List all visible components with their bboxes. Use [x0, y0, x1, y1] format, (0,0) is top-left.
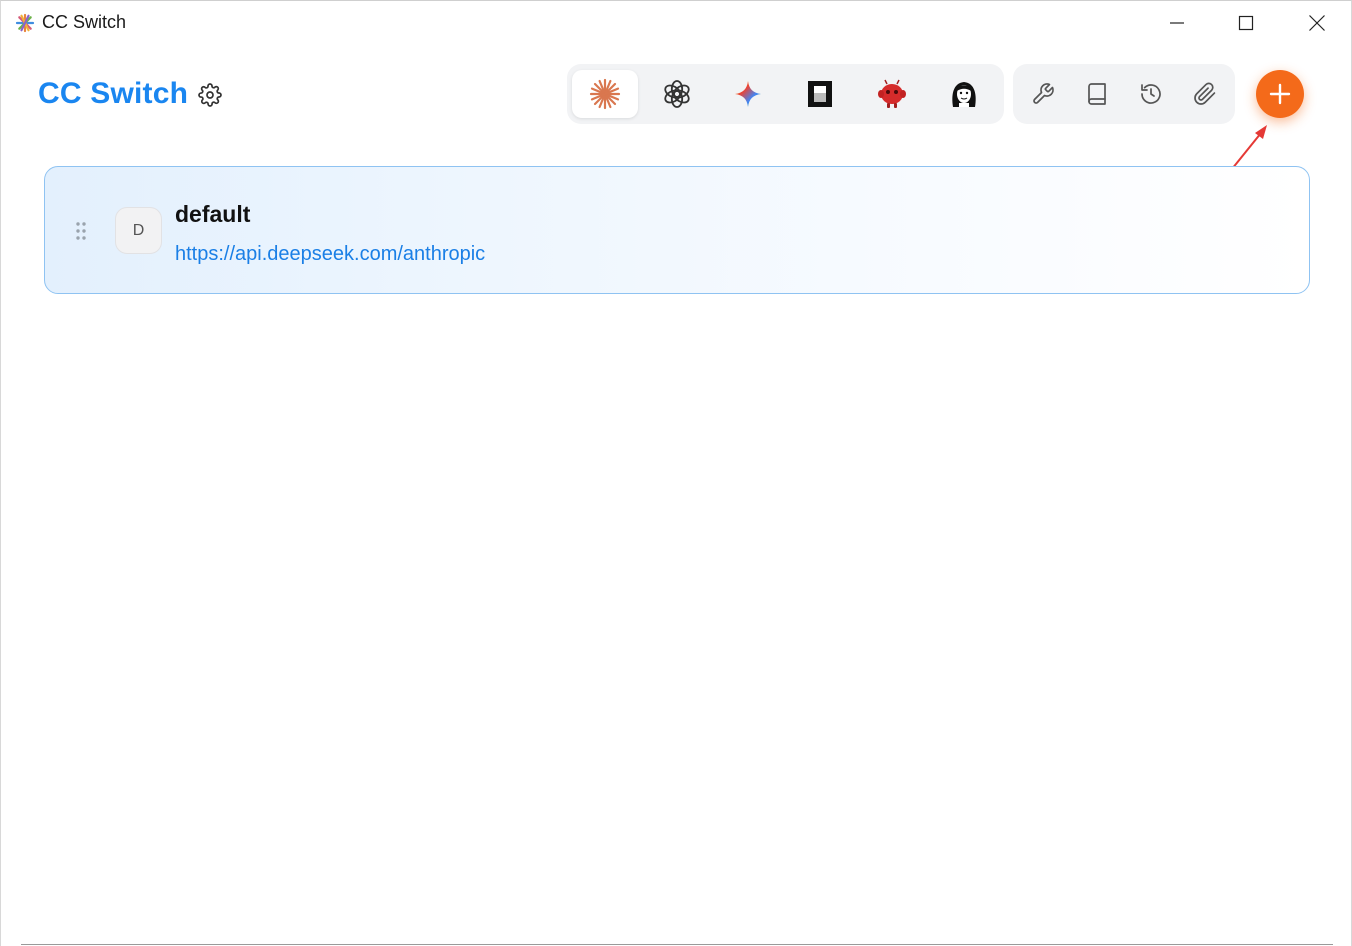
bw-face-icon [952, 82, 976, 107]
close-button[interactable] [1289, 5, 1345, 41]
minimize-button[interactable] [1149, 5, 1205, 41]
wrench-icon [1033, 83, 1054, 104]
history-icon [1141, 84, 1161, 104]
tools-button[interactable] [1025, 76, 1061, 112]
settings-button[interactable] [195, 80, 225, 110]
claude-starburst-icon [589, 78, 621, 110]
history-button[interactable] [1133, 76, 1169, 112]
book-icon [1088, 83, 1106, 105]
app-tab-opencode[interactable] [787, 70, 853, 118]
window-title: CC Switch [42, 12, 127, 32]
docs-button[interactable] [1079, 76, 1115, 112]
app-logo-icon [15, 13, 35, 33]
openai-knot-icon [664, 80, 690, 108]
provider-avatar: D [115, 207, 162, 254]
window-bottom-border [21, 944, 1333, 945]
app-window: CC Switch CC Switch D default https://ap… [0, 0, 1352, 946]
app-tab-openai[interactable] [644, 70, 710, 118]
gemini-sparkle-icon [735, 81, 761, 107]
attachments-button[interactable] [1187, 76, 1223, 112]
close-icon [1309, 15, 1325, 31]
app-tab-avatar[interactable] [931, 70, 997, 118]
tool-bar [1013, 64, 1235, 124]
app-brand-title: CC Switch [38, 77, 189, 110]
plus-icon [1269, 83, 1291, 105]
provider-card[interactable]: D default https://api.deepseek.com/anthr… [44, 166, 1310, 294]
app-tab-claude[interactable] [572, 70, 638, 118]
maximize-button[interactable] [1218, 5, 1274, 41]
gear-icon [198, 83, 222, 107]
maximize-icon [1238, 15, 1254, 31]
app-tab-red-robot[interactable] [859, 70, 925, 118]
drag-handle-icon[interactable] [75, 221, 87, 241]
provider-url-link[interactable]: https://api.deepseek.com/anthropic [175, 243, 485, 266]
provider-name: default [175, 201, 251, 227]
title-bar: CC Switch [1, 1, 1351, 45]
minimize-icon [1170, 22, 1184, 24]
dark-square-icon [808, 81, 832, 107]
app-switcher [567, 64, 1004, 124]
paperclip-icon [1194, 82, 1216, 105]
add-provider-button[interactable] [1256, 70, 1304, 118]
app-tab-gemini[interactable] [715, 70, 781, 118]
red-robot-icon [878, 79, 906, 108]
